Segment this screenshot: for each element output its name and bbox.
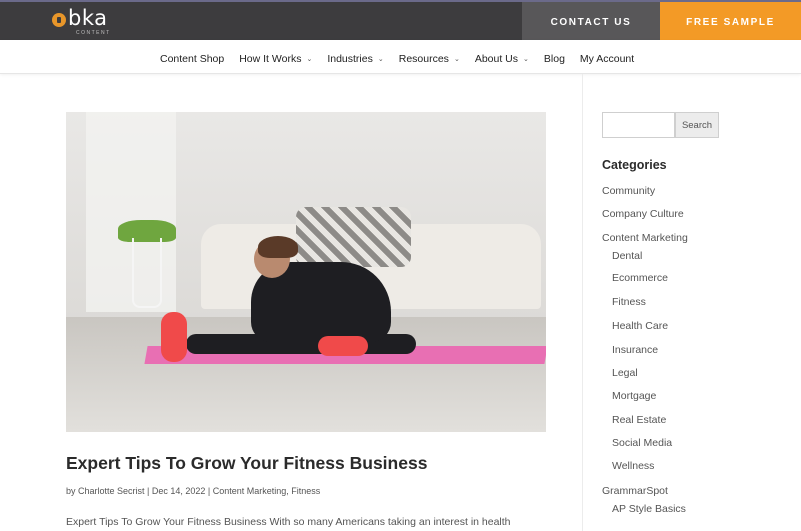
category-link[interactable]: Fitness (612, 296, 646, 308)
nav-item-label: About Us (474, 53, 519, 65)
chevron-down-icon: ⌄ (453, 56, 460, 63)
nav-item-about-us[interactable]: About Us ⌄ (475, 53, 529, 65)
contact-us-button[interactable]: CONTACT US (522, 2, 660, 42)
logo-wordmark: bka (68, 6, 108, 30)
nav-item-label: Industries (327, 53, 373, 65)
category-link[interactable]: Social Media (612, 437, 672, 449)
chevron-down-icon: ⌄ (523, 56, 529, 63)
post-meta: by Charlotte Secrist | Dec 14, 2022 | Co… (66, 486, 321, 496)
category-link[interactable]: Insurance (612, 344, 658, 356)
main-navigation: Content Shop How It Works ⌄ Industries ⌄… (0, 40, 801, 74)
image-window-light (86, 112, 176, 312)
nav-item-content-shop[interactable]: Content Shop (160, 53, 224, 65)
image-woman-hair (258, 236, 298, 258)
category-link[interactable]: Community (602, 185, 655, 197)
image-shoe (161, 312, 187, 362)
category-link[interactable]: Dental (612, 250, 642, 262)
category-link[interactable]: Company Culture (602, 208, 684, 220)
categories-heading: Categories (602, 158, 667, 172)
nav-item-label: How It Works (239, 53, 302, 65)
post-featured-image[interactable] (66, 112, 546, 432)
sidebar-divider (582, 74, 583, 531)
logo-subtitle: CONTENT (76, 30, 111, 36)
search-button[interactable]: Search (675, 112, 719, 138)
top-bar: bka CONTENT CONTACT US FREE SAMPLE (0, 0, 801, 42)
nav-item-label: Content Shop (160, 53, 225, 65)
nav-item-label: Resources (398, 53, 449, 65)
nav-item-label: Blog (543, 53, 565, 65)
category-link[interactable]: Ecommerce (612, 272, 668, 284)
nav-menu: Content Shop How It Works ⌄ Industries ⌄… (160, 53, 649, 65)
nav-item-blog[interactable]: Blog (544, 53, 565, 65)
chevron-down-icon: ⌄ (306, 56, 313, 63)
nav-item-how-it-works[interactable]: How It Works ⌄ (239, 53, 312, 65)
nav-item-my-account[interactable]: My Account (580, 53, 634, 65)
post-excerpt: Expert Tips To Grow Your Fitness Busines… (66, 516, 511, 528)
nav-item-label: My Account (579, 53, 635, 65)
category-link[interactable]: Health Care (612, 320, 668, 332)
category-link[interactable]: Real Estate (612, 414, 666, 426)
search-input[interactable] (602, 112, 675, 138)
category-link[interactable]: AP Style Basics (612, 503, 686, 515)
lock-icon (52, 13, 66, 27)
category-link[interactable]: GrammarSpot (602, 485, 668, 497)
post-title[interactable]: Expert Tips To Grow Your Fitness Busines… (66, 453, 427, 474)
free-sample-button[interactable]: FREE SAMPLE (660, 2, 801, 42)
category-link[interactable]: Content Marketing (602, 232, 688, 244)
category-link[interactable]: Wellness (612, 460, 654, 472)
nav-item-industries[interactable]: Industries ⌄ (327, 53, 383, 65)
image-blanket (296, 207, 411, 267)
image-shoe (318, 336, 368, 356)
category-link[interactable]: Legal (612, 367, 638, 379)
chevron-down-icon: ⌄ (377, 56, 384, 63)
category-link[interactable]: Mortgage (612, 390, 656, 402)
image-plant-stand (132, 238, 162, 308)
nav-item-resources[interactable]: Resources ⌄ (399, 53, 460, 65)
